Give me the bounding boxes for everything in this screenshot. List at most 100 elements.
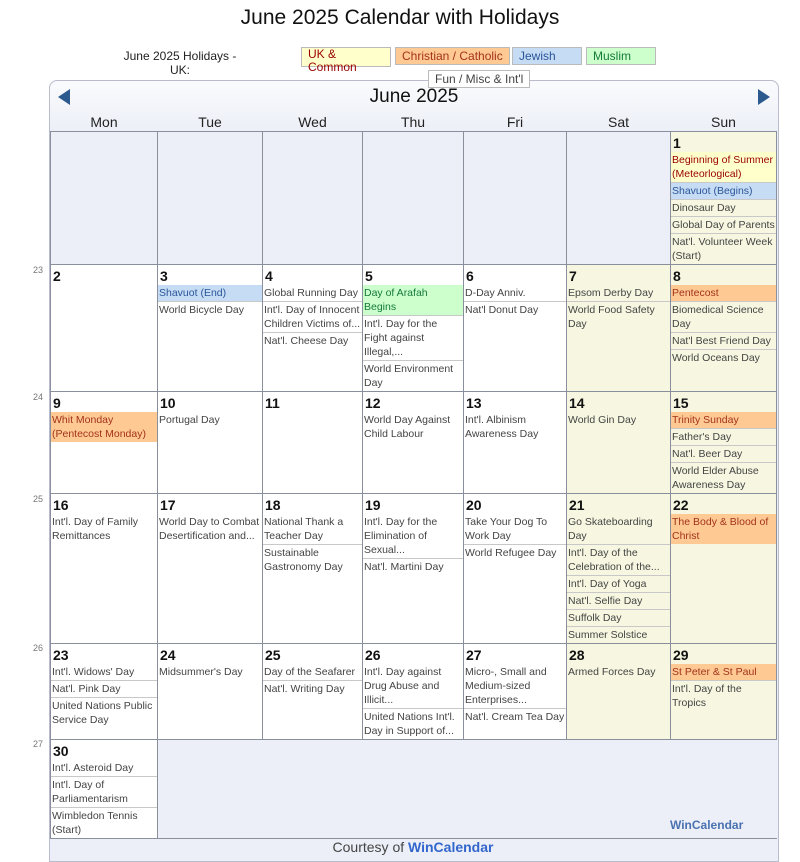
holiday-event[interactable]: United Nations Int'l. Day in Support of.…	[364, 709, 463, 739]
day-cell[interactable]: 26 Int'l. Day against Drug Abuse and Illi…	[362, 643, 464, 740]
holiday-event[interactable]: Portugal Day	[159, 412, 262, 428]
day-cell[interactable]: 23 Int'l. Widows' Day Nat'l. Pink Day Unite…	[50, 643, 158, 740]
holiday-event[interactable]: Sustainable Gastronomy Day	[264, 545, 362, 575]
day-cell[interactable]: 16 Int'l. Day of Family Remittances	[50, 493, 158, 644]
day-cell[interactable]: 29 St Peter & St Paul Int'l. Day of the Tr…	[670, 643, 777, 740]
holiday-event[interactable]: Whit Monday (Pentecost Monday)	[51, 412, 157, 442]
holiday-event[interactable]: Int'l. Asteroid Day	[51, 760, 157, 777]
day-number: 18	[265, 497, 281, 513]
holiday-event[interactable]: Epsom Derby Day	[567, 285, 670, 302]
wincalendar-logo-link[interactable]: WinCalendar	[670, 818, 743, 832]
holiday-event[interactable]: Nat'l. Beer Day	[671, 446, 776, 463]
holiday-event[interactable]: Summer Solstice	[568, 627, 670, 643]
holiday-event[interactable]: World Elder Abuse Awareness Day	[672, 463, 776, 493]
holiday-event[interactable]: World Food Safety Day	[568, 302, 670, 332]
next-month-icon[interactable]	[758, 89, 770, 105]
holiday-event[interactable]: Shavuot (End)	[158, 285, 262, 302]
day-cell[interactable]: 17 World Day to Combat Desertification an…	[157, 493, 263, 644]
holiday-event[interactable]: Int'l. Day for the Elimination of Sexual…	[363, 514, 463, 559]
holiday-event[interactable]: World Gin Day	[568, 412, 670, 428]
holiday-event[interactable]: World Day Against Child Labour	[364, 412, 463, 442]
holiday-event[interactable]: World Environment Day	[364, 361, 463, 391]
day-cell[interactable]: 12 World Day Against Child Labour	[362, 391, 464, 494]
holiday-event[interactable]: Int'l. Day of the Celebration of the...	[567, 545, 670, 576]
holiday-event[interactable]: Micro-, Small and Medium-sized Enterpris…	[464, 664, 566, 709]
week-row: 30 Int'l. Asteroid Day Int'l. Day of Parli…	[50, 739, 777, 839]
day-cell[interactable]: 6 D-Day Anniv. Nat'l Donut Day	[463, 264, 567, 392]
holiday-event[interactable]: Nat'l Best Friend Day	[671, 333, 776, 350]
day-cell[interactable]: 30 Int'l. Asteroid Day Int'l. Day of Parli…	[50, 739, 158, 839]
holiday-event[interactable]: Int'l. Day of Innocent Children Victims …	[263, 302, 362, 333]
holiday-event[interactable]: Int'l. Day of Parliamentarism	[51, 777, 157, 808]
holiday-event[interactable]: The Body & Blood of Christ	[671, 514, 776, 544]
day-cell[interactable]: 10 Portugal Day	[157, 391, 263, 494]
holiday-event[interactable]: Take Your Dog To Work Day	[464, 514, 566, 545]
day-cell[interactable]: 5 Day of Arafah Begins Int'l. Day for the …	[362, 264, 464, 392]
holiday-event[interactable]: Nat'l. Martini Day	[364, 559, 463, 575]
day-cell[interactable]: 3 Shavuot (End) World Bicycle Day	[157, 264, 263, 392]
holiday-event[interactable]: Shavuot (Begins)	[671, 183, 776, 200]
day-cell[interactable]: 13 Int'l. Albinism Awareness Day	[463, 391, 567, 494]
holiday-event[interactable]: Int'l. Day of the Tropics	[672, 681, 776, 711]
holiday-event[interactable]: Beginning of Summer (Meteorlogical)	[671, 152, 776, 183]
day-cell[interactable]: 15 Trinity Sunday Father's Day Nat'l. Beer …	[670, 391, 777, 494]
day-cell[interactable]: 14 World Gin Day	[566, 391, 671, 494]
holiday-event[interactable]: Wimbledon Tennis (Start)	[52, 808, 157, 838]
holiday-event[interactable]: Trinity Sunday	[671, 412, 776, 429]
day-cell[interactable]: 7 Epsom Derby Day World Food Safety Day	[566, 264, 671, 392]
day-cell[interactable]: 1 Beginning of Summer (Meteorlogical) Shav…	[670, 131, 777, 265]
day-cell[interactable]: 25 Day of the Seafarer Nat'l. Writing Day	[262, 643, 363, 740]
holiday-event[interactable]: Nat'l. Writing Day	[264, 681, 362, 697]
holiday-event[interactable]: Day of the Seafarer	[263, 664, 362, 681]
day-cell[interactable]: 27 Micro-, Small and Medium-sized Enterpr…	[463, 643, 567, 740]
holiday-event[interactable]: D-Day Anniv.	[464, 285, 566, 302]
day-cell[interactable]: 21 Go Skateboarding Day Int'l. Day of the …	[566, 493, 671, 644]
holiday-event[interactable]: Go Skateboarding Day	[567, 514, 670, 545]
holiday-event[interactable]: Pentecost	[671, 285, 776, 302]
holiday-event[interactable]: Int'l. Day of Yoga	[567, 576, 670, 593]
holiday-event[interactable]: Global Day of Parents	[671, 217, 776, 234]
holiday-event[interactable]: Int'l. Day against Drug Abuse and Illici…	[363, 664, 463, 709]
day-number: 14	[569, 395, 585, 411]
legend-jewish: Jewish	[512, 47, 582, 65]
day-cell[interactable]: 28 Armed Forces Day	[566, 643, 671, 740]
holiday-event[interactable]: Biomedical Science Day	[671, 302, 776, 333]
holiday-event[interactable]: Nat'l. Pink Day	[51, 681, 157, 698]
day-cell[interactable]: 11	[262, 391, 363, 494]
holiday-event[interactable]: Day of Arafah Begins	[363, 285, 463, 316]
holiday-event[interactable]: Dinosaur Day	[671, 200, 776, 217]
wincalendar-link[interactable]: WinCalendar	[408, 839, 493, 855]
holiday-event[interactable]: Nat'l. Cream Tea Day	[465, 709, 566, 725]
holiday-event[interactable]: Int'l. Widows' Day	[51, 664, 157, 681]
day-cell[interactable]: 19 Int'l. Day for the Elimination of Sexu…	[362, 493, 464, 644]
holiday-event[interactable]: St Peter & St Paul	[671, 664, 776, 681]
holiday-event[interactable]: Nat'l. Cheese Day	[264, 333, 362, 349]
holiday-event[interactable]: World Bicycle Day	[159, 302, 262, 318]
day-cell[interactable]: 8 Pentecost Biomedical Science Day Nat'l Be…	[670, 264, 777, 392]
holiday-event[interactable]: Armed Forces Day	[568, 664, 670, 680]
day-cell[interactable]: 24 Midsummer's Day	[157, 643, 263, 740]
week-number: 23	[33, 265, 44, 275]
weekday-header: Sun	[711, 114, 736, 130]
holiday-event[interactable]: Int'l. Albinism Awareness Day	[465, 412, 566, 442]
holiday-event[interactable]: World Refugee Day	[465, 545, 566, 561]
day-cell[interactable]: 9 Whit Monday (Pentecost Monday)	[50, 391, 158, 494]
holiday-event[interactable]: Int'l. Day of Family Remittances	[52, 514, 157, 544]
holiday-event[interactable]: National Thank a Teacher Day	[263, 514, 362, 545]
holiday-event[interactable]: Nat'l Donut Day	[465, 302, 566, 318]
holiday-event[interactable]: Suffolk Day	[567, 610, 670, 627]
holiday-event[interactable]: World Day to Combat Desertification and.…	[159, 514, 262, 544]
holiday-event[interactable]: Nat'l. Volunteer Week (Start)	[672, 234, 776, 264]
holiday-event[interactable]: World Oceans Day	[672, 350, 776, 366]
day-cell[interactable]: 22 The Body & Blood of Christ	[670, 493, 777, 644]
day-cell[interactable]: 18 National Thank a Teacher Day Sustainabl…	[262, 493, 363, 644]
day-cell[interactable]: 2	[50, 264, 158, 392]
holiday-event[interactable]: Global Running Day	[263, 285, 362, 302]
holiday-event[interactable]: Father's Day	[671, 429, 776, 446]
holiday-event[interactable]: Int'l. Day for the Fight against Illegal…	[363, 316, 463, 361]
holiday-event[interactable]: Nat'l. Selfie Day	[567, 593, 670, 610]
holiday-event[interactable]: Midsummer's Day	[159, 664, 262, 680]
day-cell[interactable]: 20 Take Your Dog To Work Day World Refugee…	[463, 493, 567, 644]
day-cell[interactable]: 4 Global Running Day Int'l. Day of Innocen…	[262, 264, 363, 392]
holiday-event[interactable]: United Nations Public Service Day	[52, 698, 157, 728]
